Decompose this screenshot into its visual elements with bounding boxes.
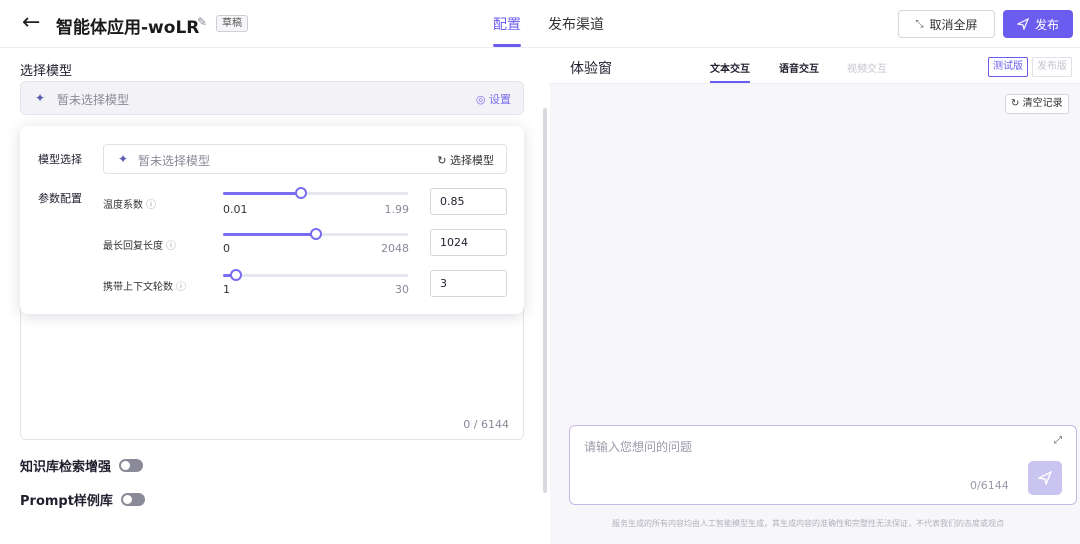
send-button[interactable] bbox=[1028, 461, 1062, 495]
refresh-icon: ↻ bbox=[1011, 98, 1020, 109]
exit-fullscreen-label: 取消全屏 bbox=[929, 17, 978, 32]
param-label: 温度系数 bbox=[103, 200, 143, 211]
slider-min-value: 0.01 bbox=[223, 203, 248, 216]
context-rounds-input[interactable]: 3 bbox=[430, 270, 507, 297]
slider-thumb[interactable] bbox=[294, 187, 307, 199]
prompt-examples-label: Prompt样例库 bbox=[20, 494, 113, 509]
slider-max-value: 30 bbox=[395, 283, 409, 296]
param-name: 携带上下文轮数 ⓘ bbox=[103, 278, 186, 293]
select-model-title: 选择模型 bbox=[20, 64, 73, 79]
help-icon[interactable]: ⓘ bbox=[176, 282, 186, 293]
params-config-label: 参数配置 bbox=[38, 192, 82, 205]
max-length-slider[interactable] bbox=[223, 228, 408, 240]
experience-title: 体验窗 bbox=[570, 61, 612, 77]
clear-history-label: 清空记录 bbox=[1022, 98, 1063, 109]
slider-fill bbox=[223, 192, 301, 195]
slider-fill bbox=[223, 233, 316, 236]
slider-min-value: 1 bbox=[223, 283, 230, 296]
prompt-char-count: 0 / 6144 bbox=[463, 418, 509, 431]
model-select-label: 模型选择 bbox=[38, 153, 82, 166]
slider-thumb[interactable] bbox=[309, 228, 322, 240]
prompt-examples-toggle[interactable] bbox=[120, 493, 145, 506]
param-label: 携带上下文轮数 bbox=[103, 282, 173, 293]
context-rounds-slider[interactable] bbox=[223, 269, 408, 281]
slider-min-value: 0 bbox=[223, 242, 230, 255]
knowledge-retrieval-label: 知识库检索增强 bbox=[20, 460, 112, 475]
param-name: 温度系数 ⓘ bbox=[103, 196, 156, 211]
model-logo-icon: ✦ bbox=[118, 152, 129, 166]
tab-video-interaction: 视频交互 bbox=[847, 64, 887, 75]
app-window: ← 智能体应用-woLR ✎ 草稿 配置 发布渠道 ⤡ 取消全屏 发布 选择模型… bbox=[0, 0, 1080, 544]
select-model-button[interactable]: ↻ 选择模型 bbox=[437, 152, 494, 168]
edit-icon[interactable]: ✎ bbox=[197, 15, 207, 29]
help-icon[interactable]: ⓘ bbox=[146, 200, 156, 211]
release-version-button[interactable]: 发布版 bbox=[1032, 57, 1072, 77]
test-version-button[interactable]: 测试版 bbox=[988, 57, 1028, 77]
slider-thumb[interactable] bbox=[229, 269, 242, 281]
clear-history-button[interactable]: ↻ 清空记录 bbox=[1005, 94, 1069, 114]
expand-icon[interactable]: ⤢ bbox=[1054, 435, 1062, 446]
exit-fullscreen-button[interactable]: ⤡ 取消全屏 bbox=[898, 10, 995, 38]
disclaimer-text: 服务生成的所有内容均由人工智能模型生成，其生成内容的准确性和完整性无法保证，不代… bbox=[612, 519, 1004, 528]
prompt-examples-row: Prompt样例库 bbox=[20, 490, 145, 509]
scrollbar[interactable] bbox=[543, 108, 547, 493]
tab-config[interactable]: 配置 bbox=[493, 14, 521, 34]
slider-max-value: 1.99 bbox=[384, 203, 410, 216]
max-length-input[interactable]: 1024 bbox=[430, 229, 507, 256]
back-arrow-icon[interactable]: ← bbox=[22, 10, 40, 35]
chat-char-count: 0/6144 bbox=[970, 479, 1009, 492]
tab-publish-channels[interactable]: 发布渠道 bbox=[548, 14, 604, 34]
knowledge-retrieval-row: 知识库检索增强 bbox=[20, 456, 144, 475]
refresh-icon: ↻ bbox=[437, 154, 447, 167]
param-name: 最长回复长度 ⓘ bbox=[103, 237, 176, 252]
collapse-icon: ⤡ bbox=[915, 18, 924, 30]
active-tab-indicator bbox=[710, 81, 750, 83]
app-title: 智能体应用-woLR bbox=[56, 18, 200, 38]
top-header: ← 智能体应用-woLR ✎ 草稿 配置 发布渠道 ⤡ 取消全屏 发布 bbox=[0, 0, 1080, 48]
popup-model-field[interactable]: ✦ 暂未选择模型 ↻ 选择模型 bbox=[103, 144, 507, 174]
select-model-label: 选择模型 bbox=[450, 154, 494, 167]
temperature-slider[interactable] bbox=[223, 187, 408, 199]
active-tab-indicator bbox=[493, 44, 521, 47]
popup-model-placeholder: 暂未选择模型 bbox=[138, 154, 211, 168]
config-panel: 选择模型 ✦ 暂未选择模型 ◎ 设置 0 / 6144 知识库检索增强 Prom… bbox=[0, 48, 548, 544]
experience-header: 体验窗 文本交互 语音交互 视频交互 测试版 发布版 bbox=[550, 48, 1080, 84]
chat-input-placeholder: 请输入您想问的问题 bbox=[584, 440, 693, 454]
help-icon[interactable]: ⓘ bbox=[166, 241, 176, 252]
model-placeholder: 暂未选择模型 bbox=[57, 93, 130, 107]
send-icon bbox=[1016, 18, 1029, 30]
tab-voice-interaction[interactable]: 语音交互 bbox=[779, 60, 819, 75]
temperature-input[interactable]: 0.85 bbox=[430, 188, 507, 215]
param-label: 最长回复长度 bbox=[103, 241, 163, 252]
tab-text-interaction[interactable]: 文本交互 bbox=[710, 60, 750, 75]
status-badge: 草稿 bbox=[216, 15, 248, 32]
model-logo-icon: ✦ bbox=[35, 91, 46, 105]
settings-link[interactable]: ◎ 设置 bbox=[476, 91, 511, 107]
send-icon bbox=[1038, 471, 1052, 485]
publish-button[interactable]: 发布 bbox=[1003, 10, 1073, 38]
chat-input[interactable]: 请输入您想问的问题 ⤢ 0/6144 bbox=[569, 425, 1077, 505]
slider-max-value: 2048 bbox=[381, 242, 409, 255]
publish-label: 发布 bbox=[1034, 17, 1059, 32]
model-settings-popup: 模型选择 ✦ 暂未选择模型 ↻ 选择模型 参数配置 温度系数 ⓘ 0.01 1.9… bbox=[20, 126, 524, 314]
knowledge-retrieval-toggle[interactable] bbox=[119, 459, 144, 472]
model-selector-bar[interactable]: ✦ 暂未选择模型 ◎ 设置 bbox=[20, 81, 524, 115]
experience-panel: 体验窗 文本交互 语音交互 视频交互 测试版 发布版 ↻ 清空记录 请输入您想问… bbox=[550, 48, 1080, 544]
